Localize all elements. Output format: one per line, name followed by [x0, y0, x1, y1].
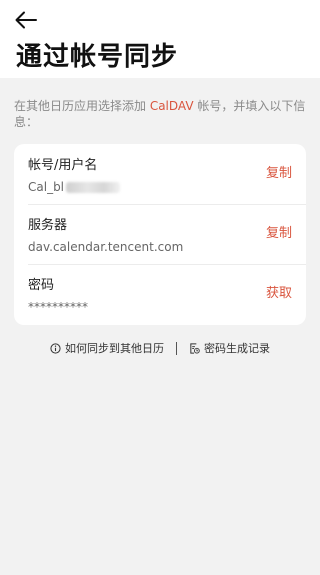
document-clock-icon	[190, 342, 200, 354]
copy-server-button[interactable]: 复制	[266, 226, 292, 242]
password-row: 密码 ********** 获取	[14, 264, 306, 324]
sync-help-link[interactable]: 如何同步到其他日历	[50, 340, 164, 356]
credentials-card: 帐号/用户名 Cal_bl 复制 服务器 dav.calendar.tencen…	[14, 144, 306, 325]
header: 通过帐号同步	[0, 0, 320, 78]
get-password-button[interactable]: 获取	[266, 286, 292, 302]
username-value: Cal_bl	[28, 179, 121, 195]
password-label: 密码	[28, 278, 55, 293]
back-button[interactable]	[12, 8, 40, 32]
arrow-left-icon	[15, 11, 37, 29]
password-value: **********	[28, 300, 88, 314]
sync-help-label: 如何同步到其他日历	[65, 342, 164, 355]
password-records-label: 密码生成记录	[204, 342, 270, 355]
footer-links: 如何同步到其他日历 密码生成记录	[0, 340, 320, 356]
server-label: 服务器	[28, 218, 68, 233]
username-label: 帐号/用户名	[28, 158, 98, 173]
instruction-text: 在其他日历应用选择添加 CalDAV 帐号，并填入以下信息：	[14, 98, 306, 130]
instruction-text-part: 在其他日历应用选择添加	[14, 99, 150, 113]
redacted-blur	[66, 182, 121, 193]
username-text: Cal_bl	[28, 180, 65, 194]
server-value: dav.calendar.tencent.com	[28, 240, 184, 254]
username-row: 帐号/用户名 Cal_bl 复制	[14, 144, 306, 204]
password-records-link[interactable]: 密码生成记录	[189, 340, 270, 356]
page-title: 通过帐号同步	[16, 42, 179, 72]
copy-username-button[interactable]: 复制	[266, 166, 292, 182]
divider	[176, 341, 177, 355]
caldav-highlight: CalDAV	[149, 99, 194, 113]
info-circle-icon	[50, 342, 61, 354]
server-row: 服务器 dav.calendar.tencent.com 复制	[14, 204, 306, 264]
